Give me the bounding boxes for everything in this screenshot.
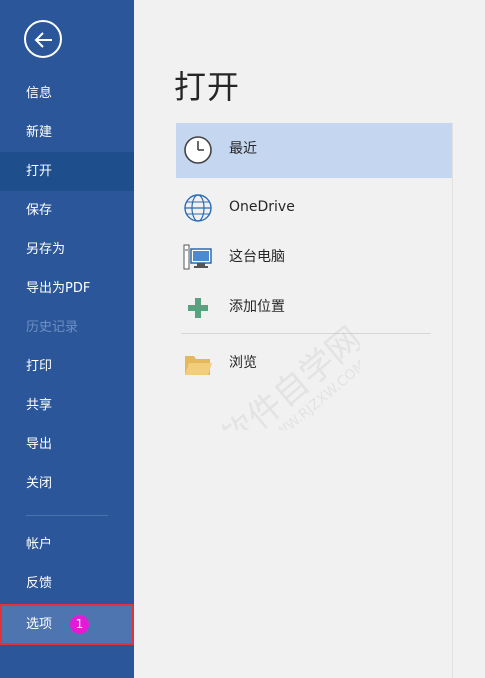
nav-export-pdf[interactable]: 导出为PDF	[0, 269, 134, 308]
options-callout: 选项 1	[0, 604, 134, 645]
pane-divider	[452, 123, 453, 678]
location-onedrive[interactable]: OneDrive	[176, 181, 453, 236]
back-button[interactable]	[24, 20, 62, 58]
nav-open[interactable]: 打开	[0, 152, 134, 191]
nav-history: 历史记录	[26, 320, 79, 335]
location-recent[interactable]: 最近	[176, 123, 453, 178]
nav-feedback[interactable]: 反馈	[0, 564, 134, 603]
location-label: OneDrive	[229, 199, 295, 215]
computer-icon	[183, 244, 212, 270]
location-label: 最近	[229, 141, 257, 157]
nav-close[interactable]: 关闭	[0, 464, 134, 503]
step-badge: 1	[70, 615, 89, 634]
nav-divider	[26, 515, 108, 516]
nav-options[interactable]: 选项	[2, 606, 136, 643]
open-pane: 打开 最近 OneDrive 这台电脑 添加位置 浏览	[134, 0, 485, 678]
nav-account[interactable]: 帐户	[0, 525, 134, 564]
globe-icon	[184, 194, 212, 222]
page-title: 打开	[174, 68, 241, 106]
location-label: 这台电脑	[229, 249, 285, 265]
nav-new[interactable]: 新建	[0, 113, 134, 152]
location-separator	[181, 333, 431, 334]
location-label: 添加位置	[229, 299, 285, 315]
back-arrow-icon	[34, 32, 52, 48]
nav-save[interactable]: 保存	[0, 191, 134, 230]
location-add-place[interactable]: 添加位置	[176, 281, 453, 336]
location-this-pc[interactable]: 这台电脑	[176, 231, 453, 286]
location-browse[interactable]: 浏览	[176, 337, 453, 392]
clock-icon	[184, 136, 212, 164]
nav-export[interactable]: 导出	[0, 425, 134, 464]
plus-icon	[188, 298, 208, 318]
nav-info[interactable]: 信息	[0, 74, 134, 113]
nav-share[interactable]: 共享	[0, 386, 134, 425]
nav-print[interactable]: 打印	[0, 347, 134, 386]
folder-icon	[185, 356, 212, 375]
backstage-sidebar: 信息 新建 打开 保存 另存为 导出为PDF 历史记录 打印 共享 导出 关闭 …	[0, 0, 134, 678]
nav-save-as[interactable]: 另存为	[0, 230, 134, 269]
location-label: 浏览	[229, 355, 257, 371]
